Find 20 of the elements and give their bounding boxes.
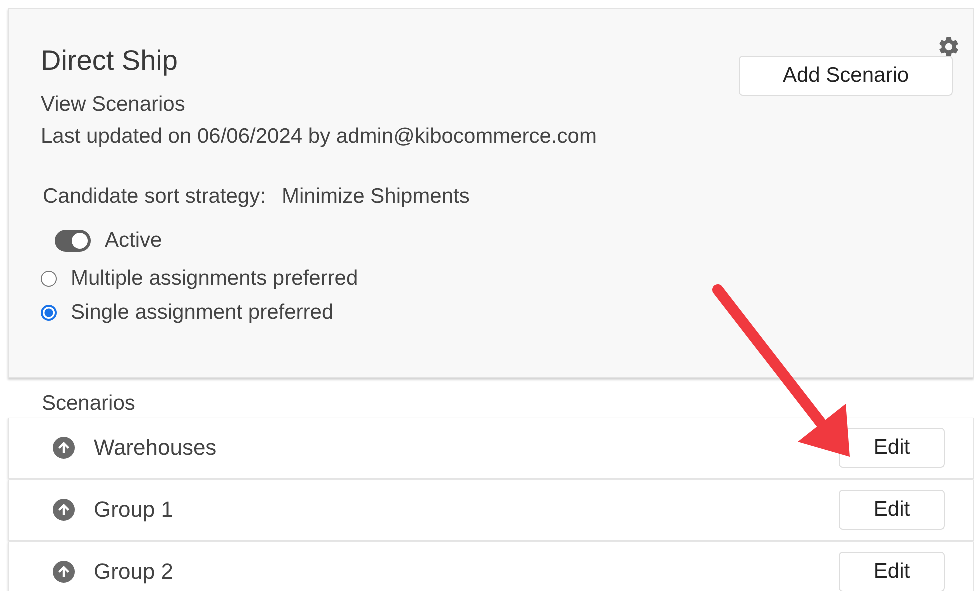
sort-strategy-label: Candidate sort strategy: bbox=[43, 185, 266, 209]
last-updated-text: Last updated on 06/06/2024 by admin@kibocommerce.com bbox=[41, 124, 597, 150]
panel-title: Direct Ship bbox=[41, 45, 179, 77]
sort-strategy-value: Minimize Shipments bbox=[282, 185, 470, 209]
edit-button[interactable]: Edit bbox=[839, 490, 945, 530]
edit-button[interactable]: Edit bbox=[839, 428, 945, 468]
edit-button[interactable]: Edit bbox=[839, 552, 945, 591]
radio-button[interactable] bbox=[41, 271, 57, 287]
add-scenario-button[interactable]: Add Scenario bbox=[739, 56, 953, 96]
scenario-name: Group 2 bbox=[94, 559, 174, 585]
scenario-name: Warehouses bbox=[94, 435, 218, 461]
settings-icon[interactable] bbox=[937, 35, 961, 59]
view-scenarios-text: View Scenarios bbox=[41, 92, 186, 118]
active-label: Active bbox=[105, 229, 162, 253]
option-label: Single assignment preferred bbox=[71, 301, 334, 325]
active-toggle[interactable] bbox=[55, 230, 91, 252]
radio-button[interactable] bbox=[41, 305, 57, 321]
scenario-name: Group 1 bbox=[94, 497, 174, 523]
scenarios-heading: Scenarios bbox=[42, 392, 136, 417]
option-label: Multiple assignments preferred bbox=[71, 267, 358, 291]
